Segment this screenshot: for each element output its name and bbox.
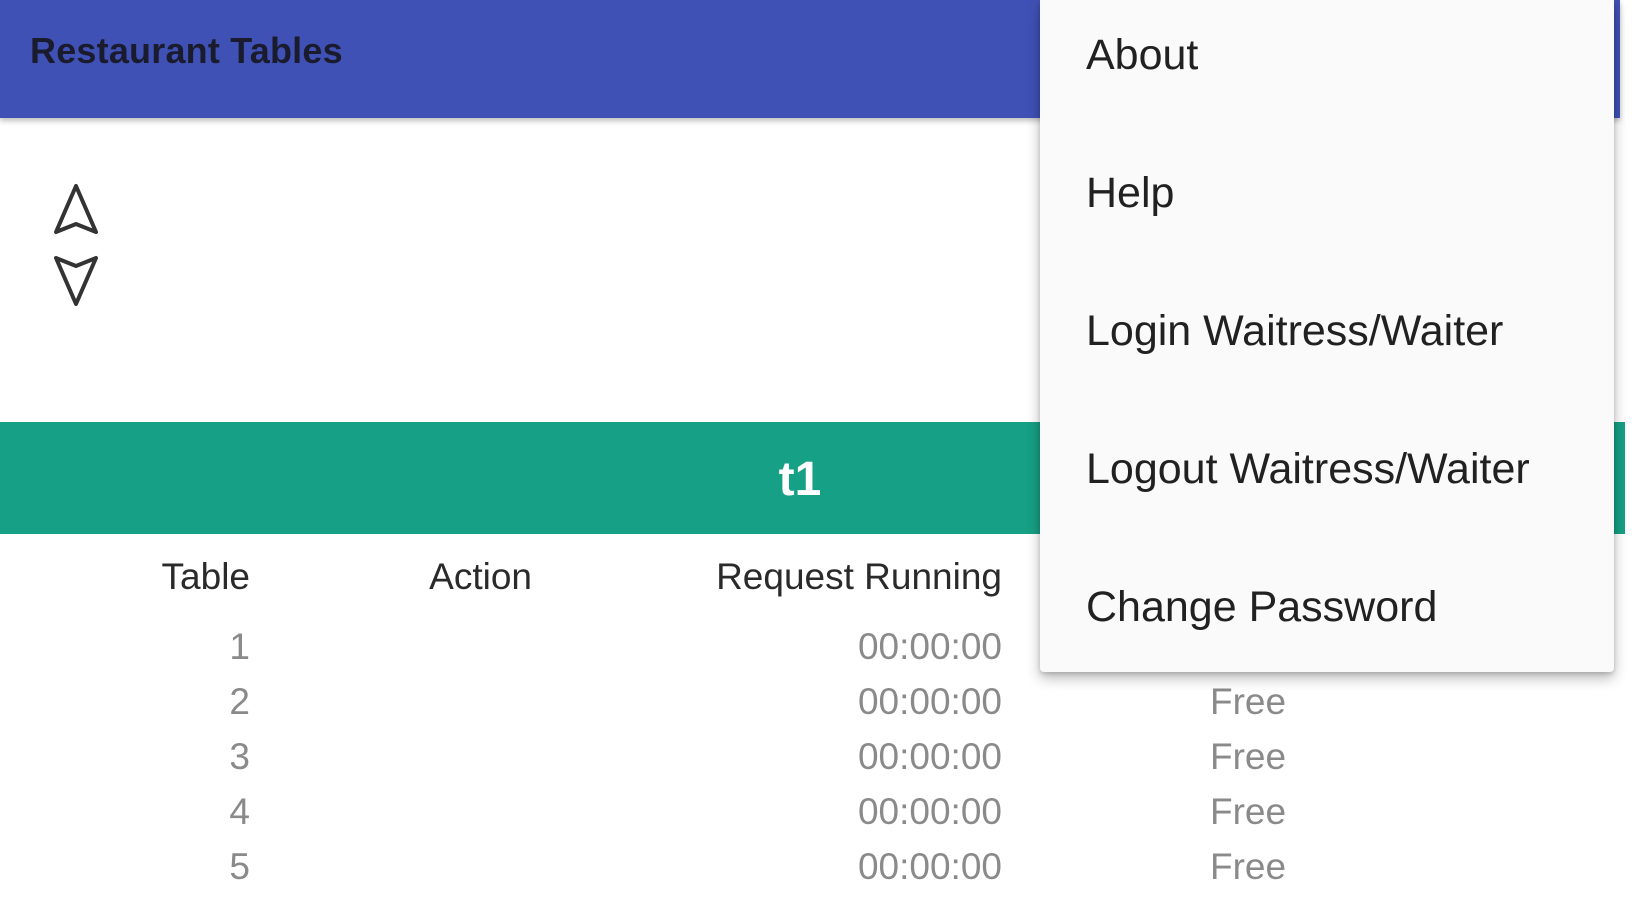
menu-item-label: Logout Waitress/Waiter [1086,445,1530,493]
request-time: 00:00:00 [857,681,1002,722]
menu-item-label: About [1086,31,1199,79]
menu-item-logout-waiter[interactable]: Logout Waitress/Waiter [1040,414,1614,552]
table-status: Free [1210,846,1287,887]
menu-item-label: Login Waitress/Waiter [1086,307,1504,355]
table-row[interactable]: 5 00:00:00 Free [0,838,1652,892]
menu-item-label: Change Password [1086,583,1438,631]
menu-item-help[interactable]: Help [1040,138,1614,276]
request-time: 00:00:00 [857,736,1002,777]
table-status: Free [1210,791,1287,832]
request-time: 00:00:00 [857,846,1002,887]
request-time: 00:00:00 [857,626,1002,667]
request-time: 00:00:00 [857,791,1002,832]
table-status: Free [1210,736,1287,777]
triangle-down-outline-icon [54,256,98,306]
column-header-request-running: Request Running [716,556,1002,597]
menu-item-label: Help [1086,169,1175,217]
overflow-menu: About Help Login Waitress/Waiter Logout … [1040,0,1614,672]
app-title: Restaurant Tables [30,30,343,71]
menu-item-login-waiter[interactable]: Login Waitress/Waiter [1040,276,1614,414]
table-row[interactable]: 4 00:00:00 Free [0,783,1652,837]
sort-down-button[interactable] [50,250,102,310]
app-screen: Restaurant Tables t1 Table Action Reques… [0,0,1652,900]
triangle-up-outline-icon [54,184,98,234]
sort-controls [50,180,102,320]
table-row[interactable]: 3 00:00:00 Free [0,728,1652,782]
menu-item-change-password[interactable]: Change Password [1040,552,1614,690]
menu-item-about[interactable]: About [1040,0,1614,138]
sort-up-button[interactable] [50,180,102,240]
